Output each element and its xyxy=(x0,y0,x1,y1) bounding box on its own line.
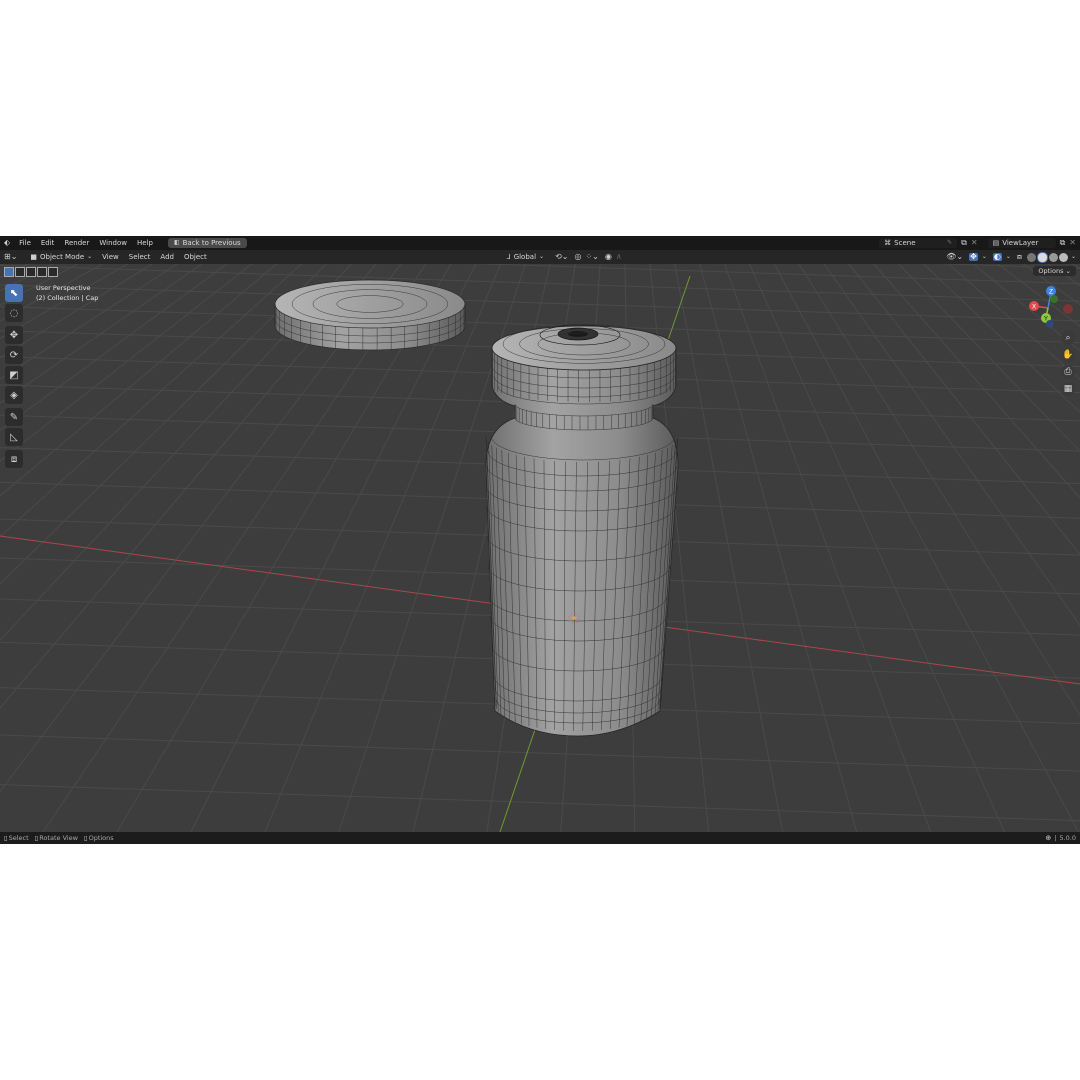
new-scene-icon[interactable]: ⧉ xyxy=(961,239,967,247)
new-viewlayer-icon[interactable]: ⧉ xyxy=(1060,239,1066,247)
select-invert-icon[interactable] xyxy=(37,267,47,277)
cap-object[interactable] xyxy=(274,279,466,351)
blender-logo-icon[interactable]: ⬖ xyxy=(4,239,10,247)
delete-scene-icon[interactable]: ✕ xyxy=(971,239,978,247)
tool-rotate[interactable]: ⟳ xyxy=(5,346,23,364)
pin-icon[interactable]: ✎ xyxy=(947,240,952,246)
viewlayer-name: ViewLayer xyxy=(1002,239,1039,247)
orientation-icon: ⅃ xyxy=(506,252,511,261)
header-menu-select[interactable]: Select xyxy=(124,253,156,261)
shading-material-icon[interactable] xyxy=(1048,252,1058,262)
navigation-gizmo[interactable]: X Z Y xyxy=(1024,284,1080,334)
scene-name: Scene xyxy=(894,239,916,247)
viewlayer-selector[interactable]: ▤ ViewLayer xyxy=(987,238,1056,248)
snap-icon[interactable]: ◎ xyxy=(574,253,581,261)
perspective-label: User Perspective xyxy=(36,284,91,292)
header-menu-view[interactable]: View xyxy=(97,253,124,261)
status-options: Options xyxy=(88,834,114,842)
perspective-toggle-icon[interactable]: ▦ xyxy=(1061,382,1075,396)
overlay-dropdown-icon[interactable]: ⌄ xyxy=(1006,254,1011,260)
snap-target-icon[interactable]: ⁘⌄ xyxy=(585,253,598,261)
tool-measure[interactable]: ◺ xyxy=(5,428,23,446)
gizmo-neg-x-icon xyxy=(1063,304,1073,314)
menu-edit[interactable]: Edit xyxy=(36,239,60,247)
shading-dropdown-icon[interactable]: ⌄ xyxy=(1071,254,1076,260)
menu-help[interactable]: Help xyxy=(132,239,158,247)
select-extend-icon[interactable] xyxy=(15,267,25,277)
header-menu-object[interactable]: Object xyxy=(179,253,212,261)
camera-view-icon[interactable]: ⎙ xyxy=(1061,365,1075,379)
back-to-previous-label: Back to Previous xyxy=(182,239,241,247)
options-label: Options xyxy=(1038,267,1064,275)
proportional-edit-icon[interactable]: ◉ xyxy=(605,253,612,261)
orientation-label: Global xyxy=(513,253,537,261)
tool-move[interactable]: ✥ xyxy=(5,326,23,344)
mouse-middle-icon: ▯ xyxy=(34,833,39,842)
gizmo-neg-y-icon xyxy=(1050,295,1058,303)
gizmo-x-label: X xyxy=(1032,304,1036,311)
back-icon: ◧ xyxy=(173,239,180,246)
tool-select-box[interactable]: ⬉ xyxy=(5,284,23,302)
gizmo-dropdown-icon[interactable]: ⌄ xyxy=(982,254,987,260)
gizmo-toggle-icon[interactable]: ✥ xyxy=(969,253,978,261)
mode-selector[interactable]: ■ Object Mode ⌄ xyxy=(25,252,97,262)
falloff-icon[interactable]: ∧ xyxy=(616,253,622,261)
network-icon: ⊕ xyxy=(1045,833,1052,842)
collection-label: (2) Collection | Cap xyxy=(36,294,99,302)
mouse-right-icon: ▯ xyxy=(84,833,88,842)
overlay-toggle-icon[interactable]: ◐ xyxy=(992,253,1002,261)
tool-scale[interactable]: ◩ xyxy=(5,366,23,384)
tool-cursor[interactable]: ◌ xyxy=(5,304,23,322)
viewport-header: ⊞⌄ ■ Object Mode ⌄ View Select Add Objec… xyxy=(0,250,1080,264)
mouse-left-icon: ▯ xyxy=(4,833,8,842)
zoom-icon[interactable]: ⌕ xyxy=(1061,331,1075,345)
options-button[interactable]: Options ⌄ xyxy=(1033,266,1076,276)
gizmo-z-label: Z xyxy=(1049,289,1053,296)
status-bar: ▯ Select ▯ Rotate View ▯ Options ⊕ | 5.0… xyxy=(0,832,1080,844)
menu-window[interactable]: Window xyxy=(94,239,132,247)
chevron-down-icon: ⌄ xyxy=(539,253,545,260)
top-menu-bar: ⬖ File Edit Render Window Help ◧ Back to… xyxy=(0,236,1080,250)
status-select: Select xyxy=(8,834,29,842)
select-subtract-icon[interactable] xyxy=(26,267,36,277)
menu-render[interactable]: Render xyxy=(59,239,94,247)
tool-transform[interactable]: ◈ xyxy=(5,386,23,404)
tool-add-cube[interactable]: ⧈ xyxy=(5,450,23,468)
blender-window: ⬖ File Edit Render Window Help ◧ Back to… xyxy=(0,236,1080,844)
shading-rendered-icon[interactable] xyxy=(1058,252,1068,262)
chevron-down-icon: ⌄ xyxy=(87,253,93,260)
scene-icon: ⌘ xyxy=(884,238,892,247)
version-label: 5.0.0 xyxy=(1059,834,1076,842)
viewlayer-icon: ▤ xyxy=(992,238,1000,247)
back-to-previous-button[interactable]: ◧ Back to Previous xyxy=(167,238,247,248)
shading-wireframe-icon[interactable] xyxy=(1026,252,1036,262)
pan-hand-icon[interactable]: ✋ xyxy=(1061,348,1075,362)
tool-annotate[interactable]: ✎ xyxy=(5,408,23,426)
bottle-object[interactable] xyxy=(485,324,679,737)
scene-selector[interactable]: ⌘ Scene ✎ xyxy=(879,238,958,248)
editor-type-icon[interactable]: ⊞⌄ xyxy=(4,253,17,261)
visibility-icon[interactable]: 👁⌄ xyxy=(946,253,963,261)
3d-viewport[interactable] xyxy=(0,236,1080,844)
orientation-selector[interactable]: ⅃ Global ⌄ xyxy=(502,252,549,262)
gizmo-y-label: Y xyxy=(1043,316,1048,323)
xray-icon[interactable]: ⧈ xyxy=(1017,253,1022,261)
menu-file[interactable]: File xyxy=(14,239,36,247)
shading-solid-icon[interactable] xyxy=(1036,251,1048,263)
select-intersect-icon[interactable] xyxy=(48,267,58,277)
selection-mode-group xyxy=(4,267,59,277)
pivot-icon[interactable]: ⟲⌄ xyxy=(555,253,568,261)
delete-viewlayer-icon[interactable]: ✕ xyxy=(1069,239,1076,247)
status-rotate: Rotate View xyxy=(39,834,78,842)
select-new-icon[interactable] xyxy=(4,267,14,277)
object-mode-icon: ■ xyxy=(30,252,38,261)
mode-label: Object Mode xyxy=(40,253,85,261)
header-menu-add[interactable]: Add xyxy=(155,253,179,261)
